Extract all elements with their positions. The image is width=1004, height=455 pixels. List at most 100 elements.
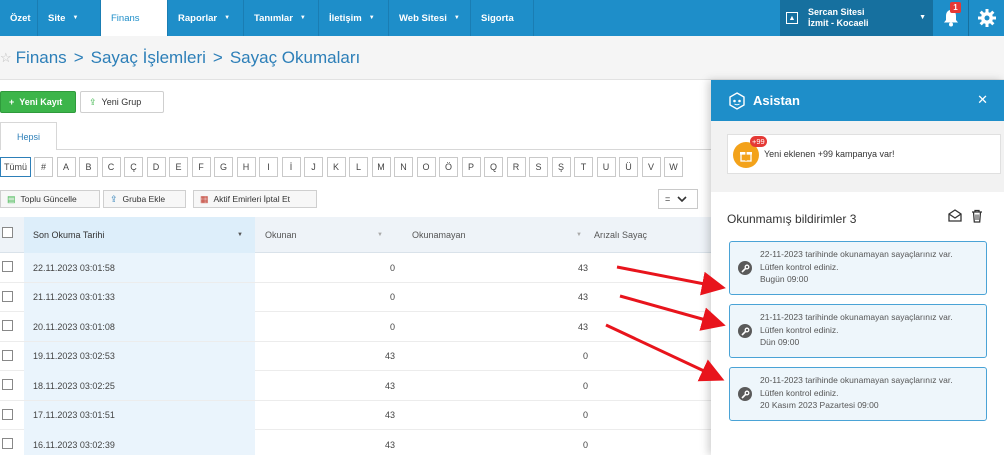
letter-filter-item[interactable]: G xyxy=(214,157,234,177)
letter-filter-item[interactable]: Ş xyxy=(551,157,571,177)
plus-icon: + xyxy=(9,97,15,107)
letter-filter-item[interactable]: İ xyxy=(281,157,301,177)
nav-item-label: İletişim xyxy=(329,12,362,24)
star-icon[interactable]: ☆ xyxy=(0,50,12,66)
notification-item[interactable]: 20-11-2023 tarihinde okunamayan sayaçlar… xyxy=(729,367,987,421)
letter-filter-item[interactable]: E xyxy=(169,157,189,177)
letter-filter-item[interactable]: V xyxy=(641,157,661,177)
nav-item-4[interactable]: Tanımlar ▼ xyxy=(244,0,319,36)
letter-filter-item[interactable]: T xyxy=(574,157,594,177)
top-navigation: Özet Site ▼ Finans Raporlar ▼ Tanımlar ▼ İletişi… xyxy=(0,0,1004,36)
letter-filter-item[interactable]: M xyxy=(371,157,391,177)
letter-filter-item[interactable]: O xyxy=(416,157,436,177)
caret-down-icon: ▼ xyxy=(368,15,375,21)
table-row[interactable]: 19.11.2023 03:02:53 43 0 xyxy=(0,341,712,371)
letter-filter-item[interactable]: # xyxy=(34,157,54,177)
breadcrumb: ☆ Finans > Sayaç İşlemleri > Sayaç Okuma… xyxy=(0,36,1004,80)
tab-hepsi[interactable]: Hepsi xyxy=(0,122,57,150)
nav-menu: Özet Site ▼ Finans Raporlar ▼ Tanımlar ▼ İletişi… xyxy=(0,0,534,36)
table-row[interactable]: 20.11.2023 03:01:08 0 43 xyxy=(0,312,712,342)
filter-operator-select[interactable]: = xyxy=(658,189,698,209)
letter-filter-item[interactable]: H xyxy=(236,157,256,177)
close-icon[interactable]: ✕ xyxy=(977,92,988,108)
letter-filter-item[interactable]: L xyxy=(349,157,369,177)
letter-filter-item[interactable]: U xyxy=(596,157,616,177)
mark-read-envelope-icon[interactable] xyxy=(947,208,963,224)
letter-filter-item[interactable]: C xyxy=(101,157,121,177)
select-all-checkbox[interactable] xyxy=(2,227,13,238)
nav-item-6[interactable]: Web Sitesi ▼ xyxy=(389,0,471,36)
letter-filter-item[interactable]: J xyxy=(304,157,324,177)
cell-date: 17.11.2023 03:01:51 xyxy=(24,400,255,430)
new-record-button[interactable]: + Yeni Kayıt xyxy=(0,91,76,113)
letter-filter-item[interactable]: A xyxy=(56,157,76,177)
cell-date: 22.11.2023 03:01:58 xyxy=(24,253,255,282)
campaign-card[interactable]: +99 Yeni eklenen +99 kampanya var! xyxy=(727,134,1001,174)
column-okunamayan[interactable]: Okunamayan ▼ xyxy=(402,217,594,253)
letter-filter-item[interactable]: Tümü xyxy=(0,157,32,177)
row-checkbox[interactable] xyxy=(2,349,13,361)
letter-filter-item[interactable]: D xyxy=(146,157,166,177)
row-checkbox[interactable] xyxy=(2,290,13,302)
table-row[interactable]: 18.11.2023 03:02:25 43 0 xyxy=(0,371,712,401)
cell-unread: 0 xyxy=(582,410,588,420)
nav-item-0[interactable]: Özet xyxy=(0,0,38,36)
nav-item-5[interactable]: İletişim ▼ xyxy=(319,0,389,36)
nav-item-label: Tanımlar xyxy=(254,12,293,24)
breadcrumb-sayac-islemleri[interactable]: Sayaç İşlemleri xyxy=(91,48,206,68)
nav-item-label: Özet xyxy=(10,12,31,24)
letter-filter-item[interactable]: P xyxy=(461,157,481,177)
nav-item-3[interactable]: Raporlar ▼ xyxy=(168,0,244,36)
column-son-okuma-tarihi[interactable]: Son Okuma Tarihi ▼ xyxy=(24,217,255,253)
row-checkbox[interactable] xyxy=(2,408,13,420)
notification-item[interactable]: 22-11-2023 tarihinde okunamayan sayaçlar… xyxy=(729,241,987,295)
letter-filter-item[interactable]: Q xyxy=(484,157,504,177)
table-row[interactable]: 17.11.2023 03:01:51 43 0 xyxy=(0,400,712,430)
site-selector[interactable]: ▲ Sercan Sitesi İzmit - Kocaeli ▼ xyxy=(780,0,932,36)
letter-filter-item[interactable]: S xyxy=(529,157,549,177)
letter-filter-item[interactable]: R xyxy=(506,157,526,177)
assistant-panel: Asistan ✕ +99 Yeni eklenen +99 kampanya … xyxy=(711,80,1004,455)
row-checkbox[interactable] xyxy=(2,320,13,331)
trash-icon[interactable] xyxy=(969,208,985,224)
letter-filter-item[interactable]: F xyxy=(191,157,211,177)
cell-date: 16.11.2023 03:02:39 xyxy=(24,430,255,455)
letter-filter-item[interactable]: K xyxy=(326,157,346,177)
table-row[interactable]: 16.11.2023 03:02:39 43 0 xyxy=(0,430,712,455)
cancel-active-orders-button[interactable]: ▦ Aktif Emirleri İptal Et xyxy=(193,190,317,208)
row-checkbox[interactable] xyxy=(2,438,13,449)
chevron-up-icon[interactable]: ▲ xyxy=(786,12,798,24)
notifications-button[interactable]: 1 xyxy=(932,0,968,36)
cancel-orders-label: Aktif Emirleri İptal Et xyxy=(213,194,291,204)
table-row[interactable]: 22.11.2023 03:01:58 0 43 xyxy=(0,253,712,283)
add-to-group-button[interactable]: ⇪ Gruba Ekle xyxy=(103,190,186,208)
settings-button[interactable] xyxy=(968,0,1004,36)
sort-icon: ▼ xyxy=(377,232,383,238)
letter-filter-item[interactable]: I xyxy=(259,157,279,177)
bulk-update-button[interactable]: ▤ Toplu Güncelle xyxy=(0,190,100,208)
row-checkbox[interactable] xyxy=(2,261,13,272)
row-checkbox[interactable] xyxy=(2,379,13,390)
letter-filter-item[interactable]: Ç xyxy=(124,157,144,177)
cell-unread: 43 xyxy=(577,262,588,273)
new-group-button[interactable]: ⇪ Yeni Grup xyxy=(80,91,164,113)
breadcrumb-finans[interactable]: Finans xyxy=(16,48,67,68)
caret-down-icon: ▼ xyxy=(224,15,231,21)
letter-filter-item[interactable]: Ö xyxy=(439,157,459,177)
column-okunan[interactable]: Okunan ▼ xyxy=(255,217,395,253)
bulk-edit-icon: ▤ xyxy=(7,193,16,204)
letter-filter-item[interactable]: W xyxy=(664,157,684,177)
nav-item-1[interactable]: Site ▼ xyxy=(38,0,101,36)
notification-item[interactable]: 21-11-2023 tarihinde okunamayan sayaçlar… xyxy=(729,304,987,358)
cell-read: 43 xyxy=(384,380,395,391)
letter-filter-item[interactable]: N xyxy=(394,157,414,177)
cancel-orders-icon: ▦ xyxy=(200,193,209,204)
column-arizali-sayac[interactable]: Arızalı Sayaç xyxy=(594,217,712,253)
letter-filter-item[interactable]: Ü xyxy=(619,157,639,177)
nav-item-label: Finans xyxy=(111,12,140,24)
letter-filter-item[interactable]: B xyxy=(79,157,99,177)
nav-item-7[interactable]: Sigorta xyxy=(471,0,534,36)
nav-item-2[interactable]: Finans xyxy=(101,0,168,36)
new-group-label: Yeni Grup xyxy=(101,97,142,107)
table-row[interactable]: 21.11.2023 03:01:33 0 43 xyxy=(0,282,712,312)
